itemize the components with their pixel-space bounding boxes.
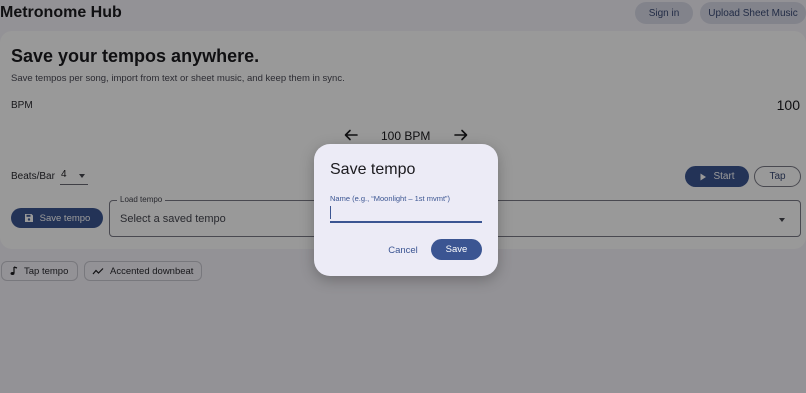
- save-tempo-dialog: Save tempo Name (e.g., “Moonlight – 1st …: [314, 144, 498, 276]
- name-input[interactable]: [330, 204, 482, 223]
- page: Metronome Hub Sign in Upload Sheet Music…: [0, 0, 806, 393]
- dialog-title: Save tempo: [330, 161, 416, 178]
- text-cursor: [330, 206, 331, 219]
- name-field-label: Name (e.g., “Moonlight – 1st mvmt”): [330, 194, 451, 203]
- save-button[interactable]: Save: [431, 239, 482, 260]
- cancel-button[interactable]: Cancel: [385, 240, 421, 260]
